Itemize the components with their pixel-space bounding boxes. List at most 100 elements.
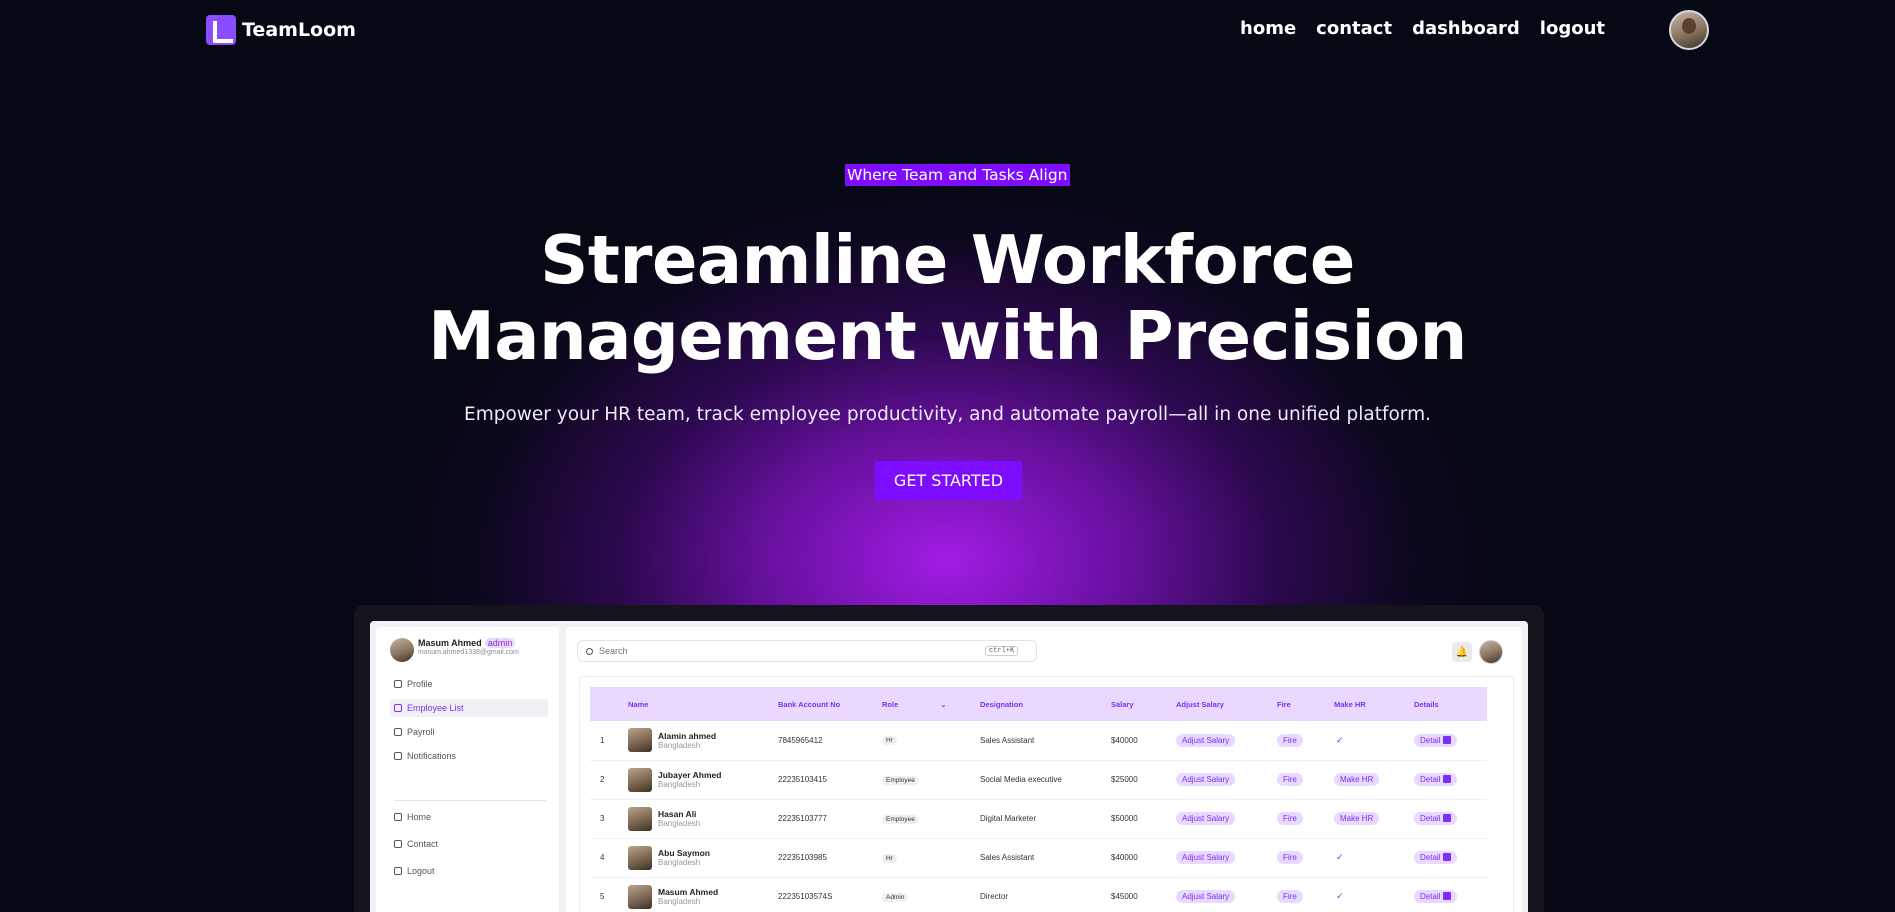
col-details: Details — [1414, 699, 1439, 709]
adjust-cell: Adjust Salary — [1176, 760, 1277, 800]
adjust-salary-button[interactable]: Adjust Salary — [1176, 733, 1236, 747]
search-bar[interactable]: ctrl+K — [577, 640, 1037, 662]
employee-cell: Masum Ahmed Bangladesh — [628, 877, 778, 912]
row-index: 2 — [590, 760, 628, 800]
detail-button[interactable]: Detail — [1414, 851, 1458, 864]
get-started-button[interactable]: GET STARTED — [875, 461, 1022, 500]
fire-cell: Fire — [1277, 838, 1334, 878]
detail-button[interactable]: Detail — [1414, 733, 1458, 747]
make-hr-button[interactable]: Make HR — [1334, 773, 1380, 786]
notification-bell-icon[interactable]: 🔔 — [1452, 642, 1472, 662]
adjust-cell: Adjust Salary — [1176, 721, 1277, 761]
adjust-cell: Adjust Salary — [1176, 799, 1277, 839]
adjust-salary-button[interactable]: Adjust Salary — [1176, 851, 1236, 864]
role-cell: Employee — [882, 799, 980, 839]
bank-account: 22235103415 — [778, 760, 882, 800]
fire-button[interactable]: Fire — [1277, 851, 1303, 864]
nav-link-home[interactable]: home — [1240, 18, 1296, 39]
employee-cell: Alamin ahmed Bangladesh — [628, 721, 778, 761]
nav-link-dashboard[interactable]: dashboard — [1412, 18, 1520, 39]
adjust-cell: Adjust Salary — [1176, 838, 1277, 878]
nav-link-logout[interactable]: logout — [1540, 18, 1605, 39]
details-cell: Detail — [1414, 877, 1487, 912]
employee-cell: Abu Saymon Bangladesh — [628, 838, 778, 878]
salary: $25000 — [1111, 760, 1176, 800]
card-icon — [394, 728, 402, 736]
adjust-salary-button[interactable]: Adjust Salary — [1176, 890, 1236, 903]
detail-button[interactable]: Detail — [1414, 890, 1458, 903]
table-header-row: Name Bank Account No Role ⌄ Designation … — [590, 687, 1487, 721]
sidebar-avatar — [390, 638, 414, 662]
employee-table-card: Name Bank Account No Role ⌄ Designation … — [579, 676, 1514, 912]
col-role[interactable]: Role ⌄ — [882, 687, 980, 721]
sidebar-menu: Profile Employee List Payroll Notificati… — [390, 675, 548, 771]
salary: $50000 — [1111, 799, 1176, 839]
role-badge: Employee — [882, 814, 919, 824]
sidebar-user: Masum Ahmed admin masum.ahmed1338@gmail.c… — [390, 638, 519, 662]
user-icon — [394, 680, 402, 688]
fire-button[interactable]: Fire — [1277, 890, 1303, 903]
role-cell: Hr — [882, 838, 980, 878]
employee-cell: Hasan Ali Bangladesh — [628, 799, 778, 839]
logout-icon — [394, 867, 402, 875]
headline-line-1: Streamline Workforce — [540, 221, 1355, 299]
salary: $40000 — [1111, 721, 1176, 761]
designation: Sales Assistant — [980, 721, 1111, 761]
col-adjust-salary: Adjust Salary — [1176, 699, 1224, 709]
external-link-icon — [1443, 853, 1452, 861]
col-salary: Salary — [1111, 699, 1134, 709]
details-cell: Detail — [1414, 721, 1487, 761]
table-row: 3 Hasan Ali Bangladesh 22235103777 Employee D… — [590, 799, 1487, 839]
adjust-salary-button[interactable]: Adjust Salary — [1176, 812, 1236, 825]
external-link-icon — [1443, 814, 1452, 822]
sidebar-user-name: Masum Ahmed — [418, 638, 482, 648]
sidebar-user-role-badge: admin — [484, 638, 516, 648]
make-hr-cell: ✓ — [1334, 721, 1414, 761]
table-row: 2 Jubayer Ahmed Bangladesh 22235103415 Emplo… — [590, 760, 1487, 800]
nav-link-contact[interactable]: contact — [1316, 18, 1392, 39]
bank-account: 22235103574S — [778, 877, 882, 912]
fire-button[interactable]: Fire — [1277, 812, 1303, 825]
make-hr-button[interactable]: Make HR — [1334, 812, 1380, 825]
brand-logo[interactable]: TeamLoom — [206, 15, 356, 45]
employee-table: Name Bank Account No Role ⌄ Designation … — [590, 687, 1487, 912]
headline-line-2: Management with Precision — [428, 297, 1467, 375]
designation: Director — [980, 877, 1111, 912]
col-fire: Fire — [1277, 699, 1291, 709]
sidebar-item-profile[interactable]: Profile — [390, 675, 548, 693]
employee-name: Abu Saymon — [658, 848, 710, 858]
hr-check-icon: ✓ — [1336, 891, 1344, 901]
external-link-icon — [1443, 735, 1452, 744]
detail-button[interactable]: Detail — [1414, 773, 1458, 786]
hero-subline: Empower your HR team, track employee pro… — [464, 404, 1431, 425]
sidebar-item-employee-list[interactable]: Employee List — [390, 699, 548, 717]
role-badge: Hr — [882, 853, 897, 863]
employee-name: Hasan Ali — [658, 809, 697, 819]
sidebar-item-logout[interactable]: Logout — [390, 862, 548, 880]
sidebar-menu-bottom: Home Contact Logout — [390, 808, 548, 889]
dashboard-preview: Masum Ahmed admin masum.ahmed1338@gmail.c… — [370, 621, 1528, 912]
designation: Social Media executive — [980, 760, 1111, 800]
fire-button[interactable]: Fire — [1277, 773, 1303, 786]
table-row: 5 Masum Ahmed Bangladesh 22235103574S Admin D… — [590, 877, 1487, 912]
employee-name: Jubayer Ahmed — [658, 770, 722, 780]
row-index: 5 — [590, 877, 628, 912]
sidebar-item-notifications[interactable]: Notifications — [390, 747, 548, 765]
row-index: 3 — [590, 799, 628, 839]
fire-button[interactable]: Fire — [1277, 733, 1303, 747]
row-index: 4 — [590, 838, 628, 878]
search-input[interactable] — [599, 646, 979, 656]
sidebar-item-home[interactable]: Home — [390, 808, 548, 826]
adjust-salary-button[interactable]: Adjust Salary — [1176, 773, 1236, 786]
role-badge: Admin — [882, 892, 909, 902]
employee-cell: Jubayer Ahmed Bangladesh — [628, 760, 778, 800]
sidebar-item-contact[interactable]: Contact — [390, 835, 548, 853]
make-hr-cell: ✓ — [1334, 877, 1414, 912]
sidebar-item-payroll[interactable]: Payroll — [390, 723, 548, 741]
detail-button[interactable]: Detail — [1414, 812, 1458, 825]
employee-country: Bangladesh — [658, 780, 701, 789]
header-avatar[interactable] — [1479, 640, 1503, 664]
employee-country: Bangladesh — [658, 740, 701, 750]
user-avatar[interactable] — [1669, 10, 1709, 50]
employee-name: Masum Ahmed — [658, 887, 719, 897]
